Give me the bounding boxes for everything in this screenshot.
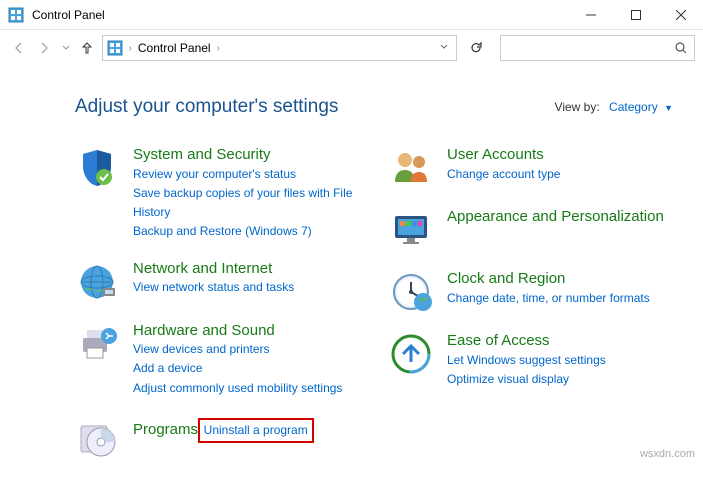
titlebar: Control Panel — [0, 0, 703, 30]
category-link-uninstall[interactable]: Uninstall a program — [204, 423, 308, 437]
people-icon — [389, 146, 433, 190]
category-link[interactable]: Let Windows suggest settings — [447, 351, 673, 370]
back-button[interactable] — [8, 36, 30, 60]
highlighted-link: Uninstall a program — [198, 418, 314, 443]
category-link[interactable]: Adjust commonly used mobility settings — [133, 379, 359, 398]
category-system-security: System and Security Review your computer… — [75, 146, 359, 242]
breadcrumb-separator[interactable]: › — [217, 43, 220, 54]
breadcrumb-separator: › — [129, 43, 132, 54]
control-panel-icon — [107, 40, 123, 56]
minimize-button[interactable] — [568, 0, 613, 30]
category-appearance-personalization: Appearance and Personalization — [389, 208, 673, 252]
chevron-down-icon: ▼ — [664, 103, 673, 113]
monitor-icon — [389, 208, 433, 252]
search-input[interactable] — [501, 41, 668, 55]
page-title: Adjust your computer's settings — [75, 96, 338, 118]
category-title[interactable]: Clock and Region — [447, 270, 565, 287]
up-button[interactable] — [76, 36, 98, 60]
left-column: System and Security Review your computer… — [75, 146, 359, 460]
globe-icon — [75, 260, 119, 304]
category-network-internet: Network and Internet View network status… — [75, 260, 359, 304]
recent-dropdown[interactable] — [59, 36, 72, 60]
address-dropdown[interactable] — [436, 43, 452, 54]
category-link[interactable]: View devices and printers — [133, 340, 359, 359]
category-ease-of-access: Ease of Access Let Windows suggest setti… — [389, 332, 673, 389]
category-link[interactable]: Change account type — [447, 165, 673, 184]
content-area: Adjust your computer's settings View by:… — [0, 66, 703, 470]
right-column: User Accounts Change account type Appear… — [389, 146, 673, 460]
view-by-value[interactable]: Category — [609, 100, 658, 114]
refresh-button[interactable] — [465, 35, 488, 61]
category-title[interactable]: Ease of Access — [447, 332, 550, 349]
category-title[interactable]: Hardware and Sound — [133, 322, 275, 339]
shield-icon — [75, 146, 119, 190]
view-by-control[interactable]: View by: Category ▼ — [555, 100, 673, 114]
category-clock-region: Clock and Region Change date, time, or n… — [389, 270, 673, 314]
category-link[interactable]: View network status and tasks — [133, 278, 359, 297]
category-link[interactable]: Review your computer's status — [133, 165, 359, 184]
category-user-accounts: User Accounts Change account type — [389, 146, 673, 190]
category-title[interactable]: User Accounts — [447, 146, 544, 163]
forward-button[interactable] — [34, 36, 56, 60]
accessibility-icon — [389, 332, 433, 376]
control-panel-icon — [8, 7, 24, 23]
category-title[interactable]: System and Security — [133, 146, 271, 163]
toolbar: › Control Panel › — [0, 30, 703, 66]
category-hardware-sound: Hardware and Sound View devices and prin… — [75, 322, 359, 398]
disc-icon — [75, 416, 119, 460]
breadcrumb-location[interactable]: Control Panel — [138, 41, 211, 55]
category-link[interactable]: Save backup copies of your files with Fi… — [133, 184, 359, 222]
watermark: wsxdn.com — [640, 448, 695, 460]
printer-icon — [75, 322, 119, 366]
category-link[interactable]: Change date, time, or number formats — [447, 289, 673, 308]
category-title[interactable]: Programs — [133, 421, 198, 438]
category-title[interactable]: Appearance and Personalization — [447, 208, 664, 225]
category-programs: Programs Uninstall a program — [75, 416, 359, 460]
address-bar[interactable]: › Control Panel › — [102, 35, 457, 61]
maximize-button[interactable] — [613, 0, 658, 30]
category-link[interactable]: Add a device — [133, 359, 359, 378]
search-icon[interactable] — [668, 41, 694, 55]
search-bar[interactable] — [500, 35, 695, 61]
close-button[interactable] — [658, 0, 703, 30]
clock-icon — [389, 270, 433, 314]
window-title: Control Panel — [32, 8, 568, 22]
category-link[interactable]: Optimize visual display — [447, 370, 673, 389]
view-by-label: View by: — [555, 100, 600, 114]
category-title[interactable]: Network and Internet — [133, 260, 272, 277]
category-link[interactable]: Backup and Restore (Windows 7) — [133, 222, 359, 241]
